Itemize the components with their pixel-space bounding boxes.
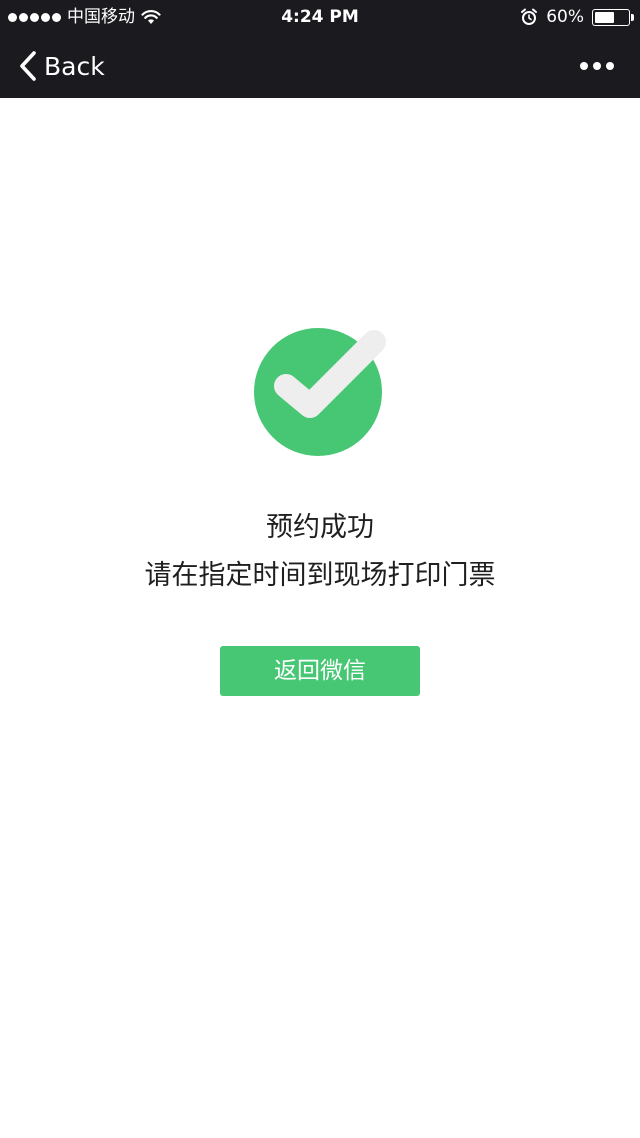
success-message: 请在指定时间到现场打印门票 [144, 560, 496, 591]
back-button[interactable]: Back [18, 48, 105, 84]
more-dots-icon[interactable] [580, 56, 614, 76]
back-label: Back [44, 51, 105, 81]
nav-bar: Back [0, 34, 640, 98]
check-circle-icon [254, 328, 386, 456]
return-to-wechat-button[interactable]: 返回微信 [220, 646, 420, 696]
status-bar: 中国移动 4:24 PM 60% [0, 0, 640, 34]
top-bar: 中国移动 4:24 PM 60% Back [0, 0, 640, 98]
chevron-left-icon [20, 51, 36, 81]
battery-percent: 60% [546, 7, 584, 27]
screen: 中国移动 4:24 PM 60% Back 预约成功 请在指定时间到现场打印门票… [0, 0, 640, 1138]
alarm-icon [521, 8, 538, 25]
status-right: 60% [520, 0, 634, 34]
battery-icon [592, 8, 634, 26]
success-title: 预约成功 [266, 512, 374, 543]
